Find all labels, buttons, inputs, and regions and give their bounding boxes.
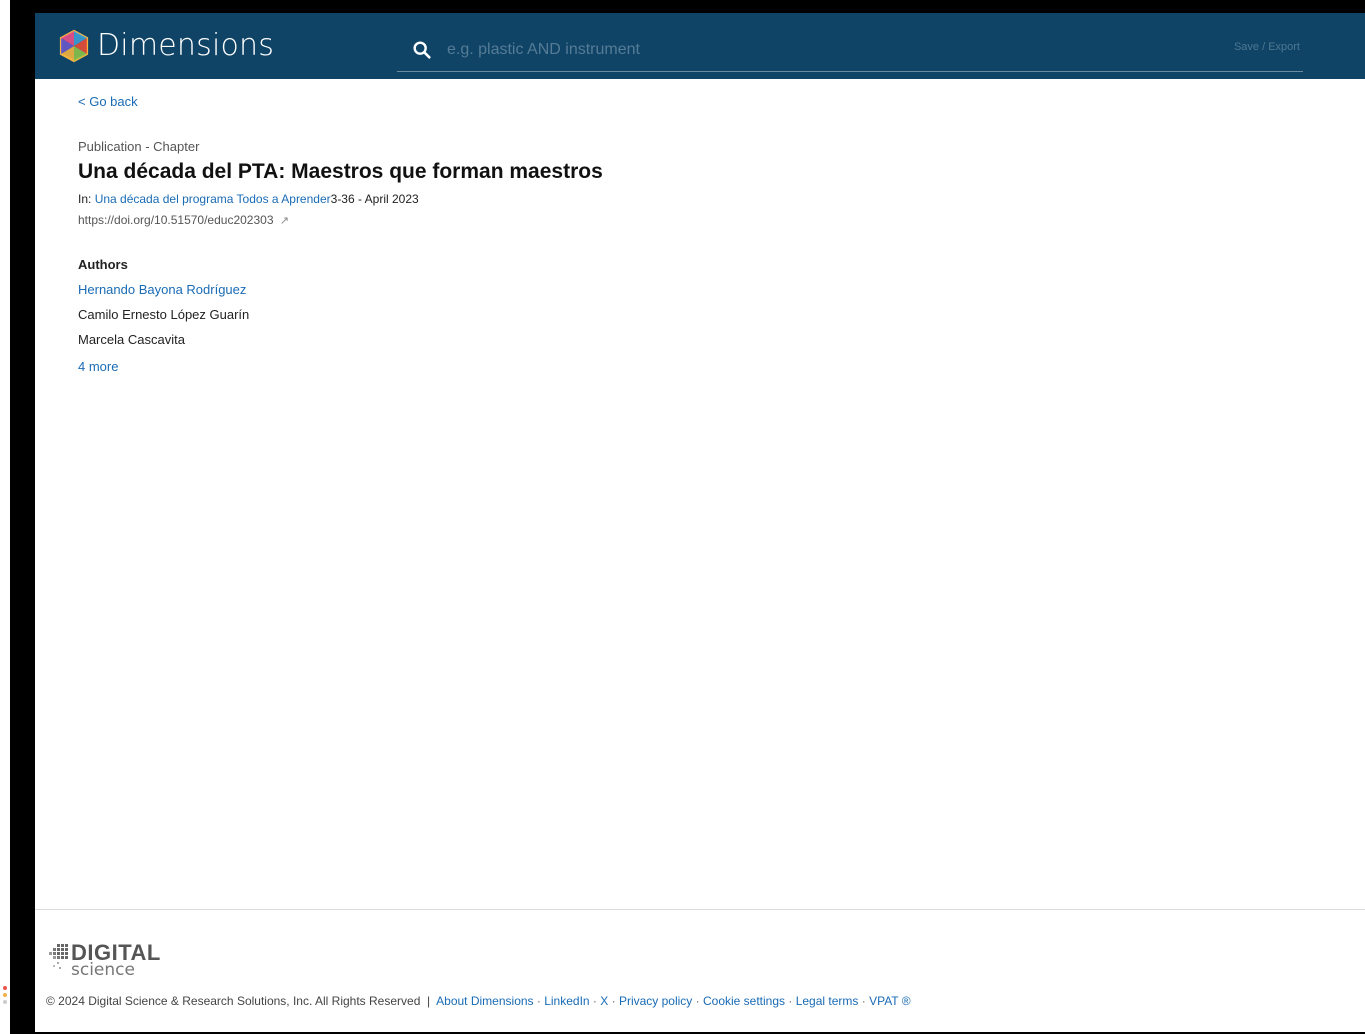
pages-date: 3-36 - April 2023 <box>330 192 419 206</box>
search-bar <box>397 29 1303 72</box>
dimensions-logo-icon <box>59 29 89 62</box>
footer-link-cookies[interactable]: Cookie settings <box>703 994 785 1008</box>
top-header: Dimensions Save / Export <box>35 13 1365 79</box>
footer-separator: · <box>589 994 601 1008</box>
brand-name: Dimensions <box>97 28 275 63</box>
footer-separator: · <box>533 994 545 1008</box>
dimensions-logo[interactable]: Dimensions <box>57 28 274 63</box>
footer-separator: · <box>785 994 796 1008</box>
footer-separator: · <box>858 994 870 1008</box>
copyright-text: © 2024 Digital Science & Research Soluti… <box>46 994 434 1008</box>
more-authors-link[interactable]: 4 more <box>78 359 118 374</box>
author-item[interactable]: Hernando Bayona Rodríguez <box>78 282 1278 297</box>
footer-link-linkedin[interactable]: LinkedIn <box>544 994 589 1008</box>
publication-source: In: Una década del programa Todos a Apre… <box>78 192 1278 206</box>
footer-link-legal[interactable]: Legal terms <box>796 994 859 1008</box>
author-item: Camilo Ernesto López Guarín <box>78 307 250 322</box>
footer-link-vpat[interactable]: VPAT ® <box>869 994 911 1008</box>
footer-separator: · <box>692 994 703 1008</box>
left-black-bar <box>10 0 35 1034</box>
save-export-link[interactable]: Save / Export <box>1234 41 1300 53</box>
digital-science-logo[interactable]: DIGITAL science <box>47 942 161 979</box>
page: Dimensions Save / Export < Go back Publi… <box>35 13 1365 1032</box>
book-title-link[interactable]: Una década del programa Todos a Aprender <box>95 192 331 206</box>
search-icon[interactable] <box>411 39 433 61</box>
publication-type: Publication - Chapter <box>78 139 200 154</box>
left-dots <box>3 986 7 1007</box>
doi-row: https://doi.org/10.51570/educ202303 ↗ <box>78 213 1278 227</box>
left-border <box>0 0 35 1034</box>
footer-link-about[interactable]: About Dimensions <box>436 994 533 1008</box>
authors-heading: Authors <box>78 257 128 272</box>
footer-links: © 2024 Digital Science & Research Soluti… <box>46 994 911 1008</box>
external-link-icon[interactable]: ↗ <box>280 215 289 227</box>
doi-link[interactable]: https://doi.org/10.51570/educ202303 <box>78 213 274 227</box>
digital-science-logo-icon <box>49 944 68 969</box>
footer: DIGITAL science © 2024 Digital Science &… <box>35 909 1365 1032</box>
in-prefix: In: <box>78 192 95 206</box>
footer-separator: · <box>608 994 619 1008</box>
main-content: < Go back Publication - Chapter Una déca… <box>78 93 1278 376</box>
go-back-link[interactable]: < Go back <box>78 94 138 109</box>
search-input[interactable] <box>445 40 1149 60</box>
publication-title: Una década del PTA: Maestros que forman … <box>78 160 603 183</box>
author-item: Marcela Cascavita <box>78 332 185 347</box>
footer-link-privacy[interactable]: Privacy policy <box>619 994 692 1008</box>
